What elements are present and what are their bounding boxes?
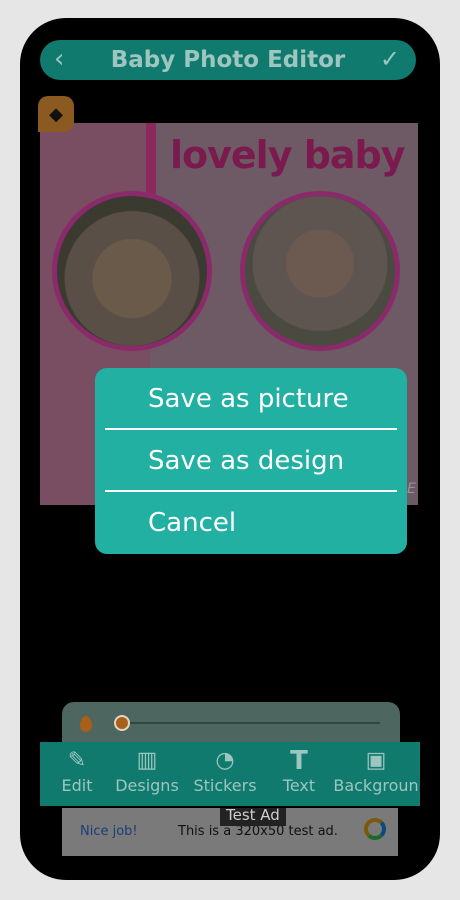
edit-icon: ✎ (67, 748, 87, 773)
cancel-option[interactable]: Cancel (148, 508, 236, 538)
toolbar-item-edit[interactable]: ✎ Edit (52, 742, 102, 806)
toolbar-item-text[interactable]: T Text (274, 742, 324, 806)
toolbar-label: Stickers (193, 776, 257, 795)
text-icon: T (290, 746, 308, 776)
divider (105, 490, 397, 492)
toolbar-item-background[interactable]: ▣ Backgroun (332, 742, 420, 806)
sticker-icon: ◔ (215, 748, 235, 773)
brush-icon: ▥ (136, 748, 158, 773)
photo-frame-right[interactable] (240, 191, 400, 351)
app-title: Baby Photo Editor (110, 47, 346, 73)
layers-icon[interactable]: ◆ (38, 96, 74, 132)
save-as-picture-option[interactable]: Save as picture (148, 384, 349, 414)
divider (105, 428, 397, 430)
phone-frame: ‹ Baby Photo Editor ✓ ◆ lovely baby AME … (20, 18, 440, 880)
slider-track[interactable] (120, 722, 380, 724)
photo-frame-left[interactable] (52, 191, 212, 351)
image-icon: ▣ (365, 748, 387, 773)
toolbar-label: Text (282, 776, 316, 795)
save-dialog: Save as picture Save as design Cancel (95, 368, 407, 554)
ad-body: This is a 320x50 test ad. (178, 824, 338, 839)
app-bar: ‹ Baby Photo Editor ✓ (40, 40, 416, 80)
canvas-headline: lovely baby (170, 133, 406, 177)
toolbar-label: Designs (115, 776, 179, 795)
toolbar-item-stickers[interactable]: ◔ Stickers (188, 742, 262, 806)
save-as-design-option[interactable]: Save as design (148, 446, 344, 476)
slider-knob[interactable] (114, 715, 130, 731)
ad-banner[interactable]: Test Ad Nice job! This is a 320x50 test … (62, 808, 398, 856)
check-icon[interactable]: ✓ (380, 45, 400, 73)
ad-headline: Nice job! (80, 824, 138, 839)
toolbar-label: Backgroun (333, 776, 419, 795)
toolbar-item-designs[interactable]: ▥ Designs (110, 742, 184, 806)
test-ad-badge: Test Ad (220, 808, 286, 826)
drop-icon (80, 716, 92, 732)
bottom-toolbar: ✎ Edit ▥ Designs ◔ Stickers T Text ▣ Bac… (40, 742, 420, 806)
toolbar-label: Edit (61, 776, 93, 795)
ad-logo-icon (364, 818, 386, 840)
